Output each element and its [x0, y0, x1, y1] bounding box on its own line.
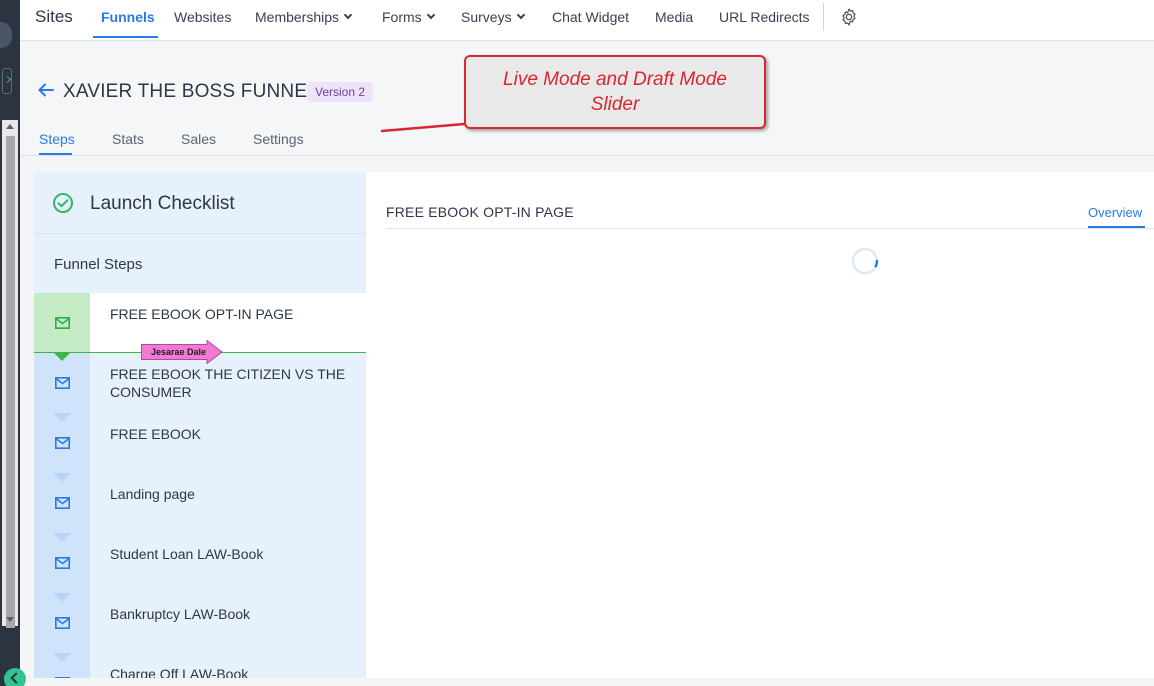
active-nav-indicator [93, 36, 158, 38]
nav-forms[interactable]: Forms [382, 9, 435, 25]
nav-label: Surveys [461, 9, 512, 25]
chevron-down-icon [516, 10, 525, 20]
tab-steps[interactable]: Steps [39, 131, 75, 147]
envelope-icon [55, 317, 70, 329]
funnel-step-item[interactable]: Landing page [34, 473, 366, 533]
collaborator-cursor-tag: Jesarae Dale [141, 340, 223, 364]
step-icon-column [34, 533, 90, 593]
step-label: Landing page [110, 486, 195, 502]
nav-funnels[interactable]: Funnels [101, 9, 155, 25]
step-label: Charge Off LAW-Book [110, 666, 249, 678]
scroll-down-icon[interactable] [6, 617, 14, 622]
nav-label: Memberships [255, 9, 340, 25]
nav-label: Media [655, 9, 694, 25]
step-label: FREE EBOOK OPT-IN PAGE [110, 306, 294, 322]
step-connector-icon [53, 413, 71, 422]
chevron-down-icon [426, 10, 435, 20]
annotation-text-line2: Slider [590, 94, 640, 115]
step-detail-panel: FREE EBOOK OPT-IN PAGE Overview [366, 172, 1154, 678]
envelope-icon [55, 557, 70, 569]
envelope-icon [55, 377, 70, 389]
envelope-icon [55, 497, 70, 509]
gear-icon[interactable] [839, 7, 859, 27]
step-page-title: FREE EBOOK OPT-IN PAGE [386, 204, 574, 220]
loading-spinner-icon [851, 247, 879, 275]
tab-bar-divider [386, 228, 1154, 229]
nav-label: URL Redirects [719, 9, 810, 25]
launch-checklist[interactable]: Launch Checklist [34, 172, 366, 234]
funnel-step-item[interactable]: FREE EBOOK [34, 413, 366, 473]
collapse-sidebar-button[interactable] [4, 668, 26, 686]
funnel-step-item[interactable]: Charge Off LAW-Book [34, 653, 366, 678]
top-navigation: Sites Funnels Websites Memberships Forms… [20, 0, 1154, 41]
nav-label: Funnels [101, 9, 155, 25]
funnel-steps-heading: Funnel Steps [54, 256, 143, 273]
step-icon-column [34, 353, 90, 413]
annotation-text-line1: Live Mode and Draft Mode [503, 69, 727, 90]
step-connector-icon [53, 593, 71, 602]
step-label: Student Loan LAW-Book [110, 546, 264, 562]
scrollbar-thumb[interactable] [6, 136, 15, 628]
chevron-down-icon [343, 10, 353, 20]
step-label: FREE EBOOK [110, 426, 202, 442]
scroll-up-icon[interactable] [6, 124, 14, 129]
step-icon-column [34, 293, 90, 353]
rail-scrollbar[interactable] [2, 120, 18, 628]
nav-media[interactable]: Media [655, 9, 693, 25]
check-circle-icon [53, 193, 73, 213]
step-connector-icon [53, 473, 71, 482]
tab-stats[interactable]: Stats [112, 131, 144, 147]
rail-expand-button[interactable] [2, 68, 12, 94]
active-tab-indicator [1088, 226, 1145, 228]
launch-checklist-label: Launch Checklist [90, 193, 235, 214]
page-title: XAVIER THE BOSS FUNNEL [63, 81, 318, 102]
funnel-step-item[interactable]: Bankruptcy LAW-Book [34, 593, 366, 653]
nav-chat-widget[interactable]: Chat Widget [552, 9, 629, 25]
active-tab-indicator [39, 153, 72, 155]
envelope-icon [55, 437, 70, 449]
back-arrow-icon[interactable] [37, 81, 55, 99]
app-left-rail [0, 0, 26, 686]
nav-url-redirects[interactable]: URL Redirects [719, 9, 810, 25]
version-badge[interactable]: Version 2 [307, 82, 374, 102]
nav-websites[interactable]: Websites [174, 9, 231, 25]
tab-settings[interactable]: Settings [253, 131, 304, 147]
funnel-step-item[interactable]: Student Loan LAW-Book [34, 533, 366, 593]
chevron-right-icon [3, 75, 12, 84]
step-icon-column [34, 653, 90, 678]
rail-avatar[interactable] [0, 22, 12, 48]
tab-sales[interactable]: Sales [181, 131, 216, 147]
annotation-callout: Live Mode and Draft Mode Slider [464, 55, 766, 129]
nav-divider [823, 3, 824, 31]
tab-overview[interactable]: Overview [1088, 205, 1142, 220]
step-label: FREE EBOOK THE CITIZEN VS THE CONSUMER [110, 366, 346, 400]
nav-label: Chat Widget [552, 9, 630, 25]
step-connector-icon [53, 653, 71, 662]
step-connector-icon [53, 533, 71, 542]
step-icon-column [34, 413, 90, 473]
nav-memberships[interactable]: Memberships [255, 9, 353, 25]
step-label: Bankruptcy LAW-Book [110, 606, 251, 622]
step-icon-column [34, 593, 90, 653]
envelope-icon [55, 617, 70, 629]
brand-title: Sites [35, 7, 73, 26]
envelope-icon [55, 677, 70, 678]
nav-label: Websites [174, 9, 232, 25]
nav-label: Forms [382, 9, 422, 25]
active-step-connector-icon [53, 352, 71, 361]
collaborator-name: Jesarae Dale [151, 347, 206, 357]
nav-surveys[interactable]: Surveys [461, 9, 525, 25]
funnel-steps-panel: Launch Checklist Funnel Steps FREE EBOOK… [34, 172, 366, 678]
step-icon-column [34, 473, 90, 533]
